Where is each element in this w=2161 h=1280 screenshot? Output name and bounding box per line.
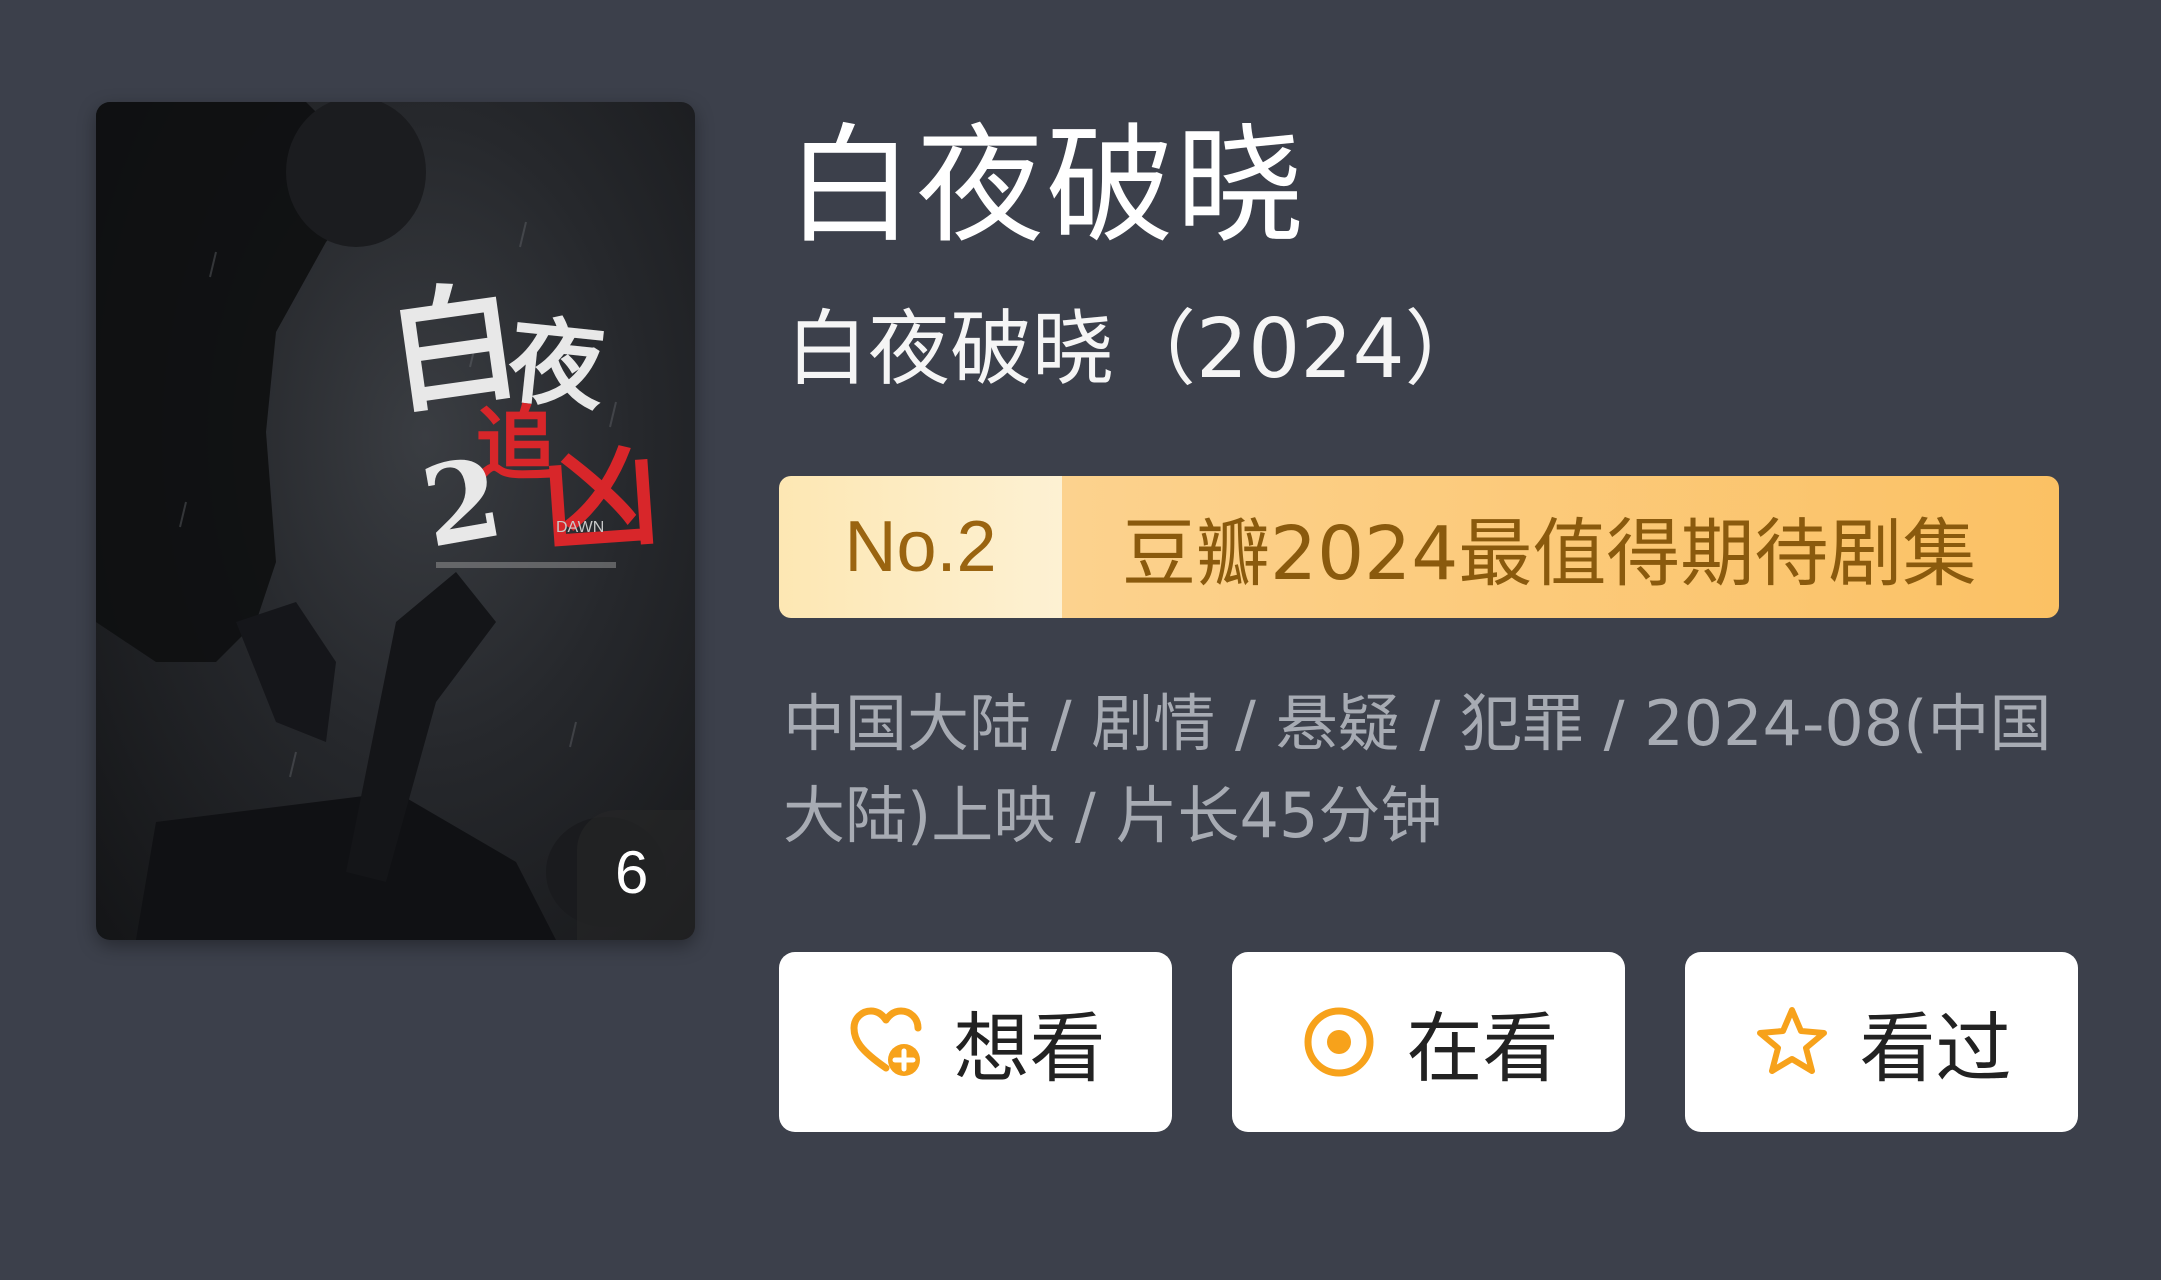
svg-text:DAWN: DAWN <box>556 519 604 536</box>
poster-image[interactable]: 白 夜 追 凶 2 DAWN 6 <box>96 102 695 940</box>
page-title: 白夜破晓 <box>786 112 1307 261</box>
want-to-watch-label: 想看 <box>953 1004 1106 1093</box>
watching-button[interactable]: 在看 <box>1232 952 1625 1132</box>
heart-plus-icon <box>850 1007 921 1076</box>
watched-label: 看过 <box>1859 1004 2012 1093</box>
want-to-watch-button[interactable]: 想看 <box>779 952 1172 1132</box>
meta-info: 中国大陆 / 剧情 / 悬疑 / 犯罪 / 2024-08(中国大陆)上映 / … <box>783 687 2052 852</box>
rank-description: 豆瓣2024最值得期待剧集 <box>1062 476 2059 618</box>
watching-label: 在看 <box>1406 1004 1559 1093</box>
page-subtitle: 白夜破晓（2024） <box>786 302 1487 397</box>
rank-number: No.2 <box>779 476 1062 618</box>
star-icon <box>1756 1007 1827 1074</box>
episode-badge: 6 <box>577 810 695 940</box>
poster-title-char-4: 凶 <box>539 427 663 570</box>
target-icon <box>1304 1007 1373 1077</box>
action-buttons: 想看 在看 看过 <box>779 952 2079 1132</box>
episode-badge-text: 6 <box>615 839 649 906</box>
watched-button[interactable]: 看过 <box>1685 952 2078 1132</box>
rank-banner[interactable]: No.2 豆瓣2024最值得期待剧集 <box>779 476 2059 618</box>
